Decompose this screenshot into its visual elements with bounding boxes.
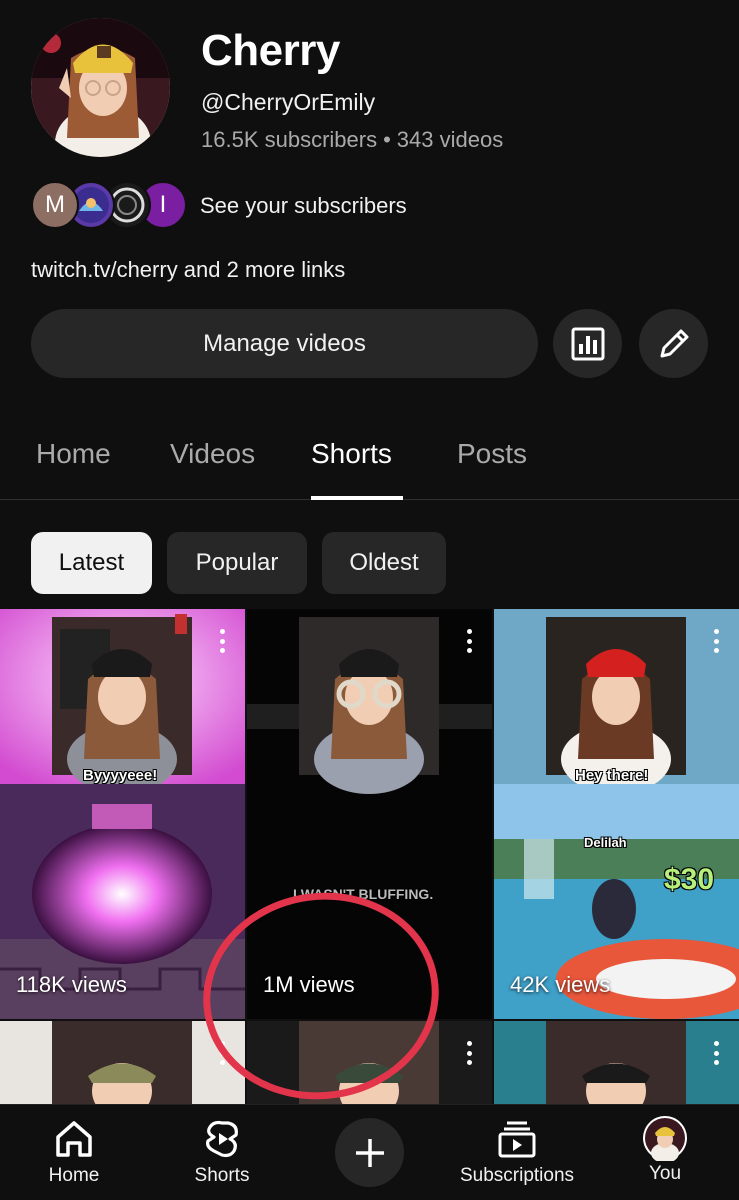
short-thumbnail[interactable]: Byyyyeee! 118K views	[0, 609, 245, 1019]
channel-links[interactable]: twitch.tv/cherry and 2 more links	[31, 257, 345, 283]
nav-shorts-label: Shorts	[194, 1165, 250, 1186]
more-options-icon[interactable]	[219, 629, 225, 653]
analytics-bar-chart-icon	[571, 327, 604, 360]
nav-you-label: You	[648, 1163, 682, 1184]
shorts-icon	[206, 1120, 238, 1158]
pencil-edit-icon	[660, 329, 688, 357]
home-icon	[56, 1121, 92, 1157]
short-thumbnail-image	[546, 1021, 686, 1104]
see-subscribers-link[interactable]: See your subscribers	[200, 193, 407, 219]
game-amount: $30	[664, 863, 715, 896]
short-thumbnail[interactable]	[0, 1021, 245, 1104]
tab-videos[interactable]: Videos	[170, 438, 255, 470]
video-count: 343 videos	[396, 127, 504, 152]
subscriber-count: 16.5K subscribers	[201, 127, 378, 152]
short-thumbnail[interactable]: Hey there! Delilah $30 42K views	[494, 609, 739, 1019]
short-caption: Hey there!	[575, 767, 649, 784]
short-thumbnail[interactable]	[494, 1021, 739, 1104]
active-tab-indicator	[311, 496, 403, 500]
filter-latest[interactable]: Latest	[31, 532, 152, 594]
short-views: 42K views	[510, 972, 611, 997]
more-options-icon[interactable]	[466, 1041, 472, 1065]
short-thumbnail-image	[0, 609, 245, 1019]
channel-tabs: Home Videos Shorts Posts	[0, 420, 739, 500]
tab-home[interactable]: Home	[36, 438, 111, 470]
plus-icon	[355, 1138, 384, 1167]
filter-oldest[interactable]: Oldest	[322, 532, 446, 594]
analytics-button[interactable]	[553, 309, 622, 378]
avatar	[643, 1116, 687, 1161]
channel-stats: 16.5K subscribers • 343 videos	[201, 127, 503, 153]
game-player-name: Delilah	[584, 835, 627, 850]
short-views: 118K views	[16, 972, 127, 997]
nav-shorts[interactable]: Shorts	[172, 1105, 272, 1200]
channel-name: Cherry	[201, 26, 340, 75]
create-button[interactable]	[335, 1118, 404, 1187]
nav-subscriptions-label: Subscriptions	[459, 1165, 575, 1186]
subscriptions-icon	[498, 1121, 536, 1158]
nav-you[interactable]: You	[620, 1105, 710, 1200]
nav-subscriptions[interactable]: Subscriptions	[452, 1105, 582, 1200]
subscriber-avatar: M	[31, 181, 79, 229]
more-options-icon[interactable]	[466, 629, 472, 653]
channel-handle: @CherryOrEmily	[201, 89, 376, 115]
short-thumbnail-image	[52, 1021, 192, 1104]
nav-home[interactable]: Home	[24, 1105, 124, 1200]
meta-separator: •	[383, 127, 391, 152]
more-options-icon[interactable]	[713, 629, 719, 653]
manage-videos-button[interactable]: Manage videos	[31, 309, 538, 378]
nav-home-label: Home	[48, 1165, 100, 1186]
channel-avatar[interactable]	[31, 18, 170, 157]
tab-posts[interactable]: Posts	[457, 438, 527, 470]
short-thumbnail-image	[494, 609, 739, 1019]
bottom-navigation: Home Shorts Subscriptions You	[0, 1104, 739, 1200]
edit-channel-button[interactable]	[639, 309, 708, 378]
subscriber-avatars[interactable]: M I	[31, 181, 191, 229]
more-options-icon[interactable]	[713, 1041, 719, 1065]
tab-shorts[interactable]: Shorts	[311, 438, 392, 470]
filter-popular[interactable]: Popular	[167, 532, 307, 594]
short-caption: Byyyyeee!	[83, 767, 158, 784]
